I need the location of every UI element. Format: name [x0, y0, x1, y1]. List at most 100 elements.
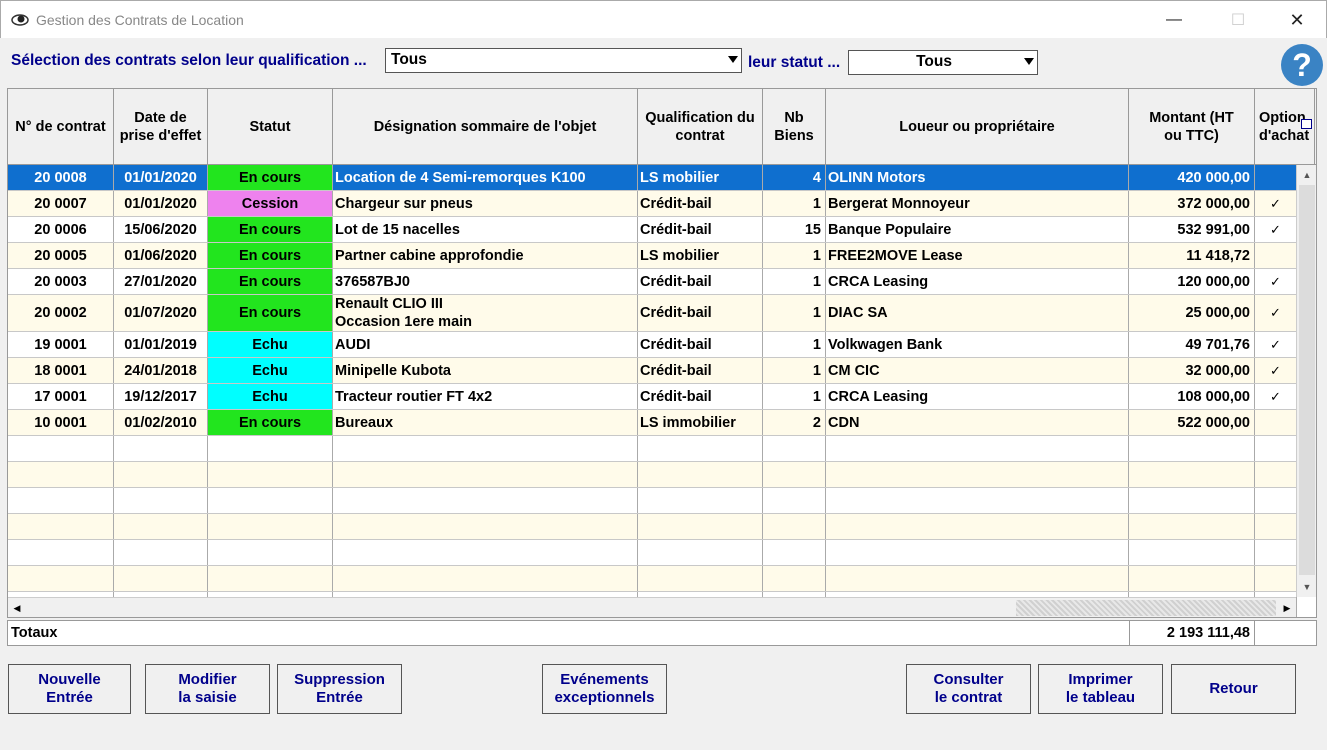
table-row[interactable]: 20 0007 01/01/2020 Cession Chargeur sur pne… — [8, 191, 1298, 217]
cell-designation — [333, 566, 638, 591]
scroll-thumb-horizontal[interactable] — [1016, 600, 1276, 616]
table-row[interactable]: 20 0003 27/01/2020 En cours 376587BJ0 Crédit… — [8, 269, 1298, 295]
table-row[interactable]: 19 0001 01/01/2019 Echu AUDI Crédit-bail 1 Vol… — [8, 332, 1298, 358]
imprimer-tableau-button[interactable]: Imprimer le tableau — [1038, 664, 1163, 714]
scroll-left-icon[interactable]: ◀ — [8, 598, 26, 617]
table-row[interactable]: 20 0005 01/06/2020 En cours Partner cabine … — [8, 243, 1298, 269]
modifier-saisie-button[interactable]: Modifier la saisie — [145, 664, 270, 714]
cell-designation: Location de 4 Semi-remorques K100 — [333, 165, 638, 190]
filter-bar: Sélection des contrats selon leur qualif… — [0, 38, 1327, 86]
table-header: N° de contrat Date de prise d'effet Stat… — [8, 89, 1316, 165]
cell-montant: 532 991,00 — [1129, 217, 1255, 242]
cell-qualification: Crédit-bail — [638, 269, 763, 294]
cell-designation: Bureaux — [333, 410, 638, 435]
col-header-option-label: Option d'achat — [1259, 110, 1310, 144]
cell-designation: Tracteur routier FT 4x2 — [333, 384, 638, 409]
table-row[interactable]: 20 0002 01/07/2020 En cours Renault CLIO II… — [8, 295, 1298, 332]
cell-option[interactable] — [1255, 462, 1297, 487]
col-header-num[interactable]: N° de contrat — [8, 89, 114, 165]
scroll-right-icon[interactable]: ▶ — [1278, 598, 1296, 617]
chevron-down-icon[interactable] — [728, 56, 738, 63]
scroll-thumb[interactable] — [1299, 185, 1315, 575]
cell-option[interactable] — [1255, 410, 1297, 435]
table-row[interactable]: 10 0001 01/02/2010 En cours Bureaux LS immob… — [8, 410, 1298, 436]
empty-table-row[interactable] — [8, 488, 1298, 514]
minimize-button[interactable]: — — [1151, 1, 1197, 39]
chevron-down-icon[interactable] — [1024, 58, 1034, 65]
retour-button[interactable]: Retour — [1171, 664, 1296, 714]
empty-table-row[interactable] — [8, 540, 1298, 566]
cell-date — [114, 462, 208, 487]
cell-qualification: LS immobilier — [638, 410, 763, 435]
status-filter-label: leur statut ... — [748, 54, 841, 71]
suppression-entree-button[interactable]: Suppression Entrée — [277, 664, 402, 714]
horizontal-scrollbar[interactable]: ◀ ▶ — [8, 597, 1296, 617]
cell-option[interactable]: ✓ — [1255, 295, 1297, 331]
consulter-contrat-button[interactable]: Consulter le contrat — [906, 664, 1031, 714]
cell-nb: 4 — [763, 165, 826, 190]
scroll-down-icon[interactable]: ▼ — [1297, 577, 1316, 597]
qualification-select-value: Tous — [391, 51, 427, 68]
cell-option[interactable]: ✓ — [1255, 269, 1297, 294]
scroll-up-icon[interactable]: ▲ — [1297, 165, 1316, 185]
cell-option[interactable] — [1255, 436, 1297, 461]
cell-option[interactable]: ✓ — [1255, 358, 1297, 383]
empty-table-row[interactable] — [8, 436, 1298, 462]
cell-date: 19/12/2017 — [114, 384, 208, 409]
table-row[interactable]: 20 0006 15/06/2020 En cours Lot de 15 nacel… — [8, 217, 1298, 243]
cell-loueur: DIAC SA — [826, 295, 1129, 331]
cell-loueur — [826, 514, 1129, 539]
table-row[interactable]: 20 0008 01/01/2020 En cours Location de 4 S… — [8, 165, 1298, 191]
empty-table-row[interactable] — [8, 514, 1298, 540]
cell-qualification: Crédit-bail — [638, 191, 763, 216]
cell-date — [114, 514, 208, 539]
cell-option[interactable]: ✓ — [1255, 384, 1297, 409]
cell-loueur: Banque Populaire — [826, 217, 1129, 242]
cell-nb: 1 — [763, 295, 826, 331]
totals-label: Totaux — [11, 625, 58, 641]
cell-option[interactable] — [1255, 243, 1297, 268]
nouvelle-entree-button[interactable]: Nouvelle Entrée — [8, 664, 131, 714]
window-title: Gestion des Contrats de Location — [36, 12, 244, 28]
col-header-designation[interactable]: Désignation sommaire de l'objet — [333, 89, 638, 165]
close-button[interactable]: ✕ — [1274, 1, 1320, 39]
cell-nb — [763, 514, 826, 539]
cell-option[interactable] — [1255, 165, 1297, 190]
cell-designation: Chargeur sur pneus — [333, 191, 638, 216]
cell-option[interactable]: ✓ — [1255, 332, 1297, 357]
cell-designation — [333, 514, 638, 539]
status-select-value: Tous — [916, 53, 952, 70]
cell-statut: Echu — [208, 358, 333, 383]
cell-option[interactable]: ✓ — [1255, 191, 1297, 216]
cell-designation: Lot de 15 nacelles — [333, 217, 638, 242]
app-eye-icon — [11, 14, 29, 26]
col-header-statut[interactable]: Statut — [208, 89, 333, 165]
cell-option[interactable] — [1255, 540, 1297, 565]
empty-table-row[interactable] — [8, 566, 1298, 592]
cell-nb: 1 — [763, 269, 826, 294]
table-row[interactable]: 17 0001 19/12/2017 Echu Tracteur routier FT… — [8, 384, 1298, 410]
cell-option[interactable]: ✓ — [1255, 217, 1297, 242]
cell-num: 20 0007 — [8, 191, 114, 216]
col-header-loueur[interactable]: Loueur ou propriétaire — [826, 89, 1129, 165]
cell-num: 20 0008 — [8, 165, 114, 190]
cell-designation — [333, 436, 638, 461]
empty-table-row[interactable] — [8, 462, 1298, 488]
help-icon[interactable]: ? — [1281, 44, 1323, 86]
column-chooser-icon[interactable] — [1301, 119, 1312, 129]
qualification-select[interactable]: Tous — [385, 48, 742, 73]
cell-montant: 372 000,00 — [1129, 191, 1255, 216]
col-header-nb[interactable]: Nb Biens — [763, 89, 826, 165]
cell-qualification — [638, 566, 763, 591]
cell-option[interactable] — [1255, 514, 1297, 539]
col-header-qualification[interactable]: Qualification du contrat — [638, 89, 763, 165]
cell-option[interactable] — [1255, 488, 1297, 513]
col-header-date[interactable]: Date de prise d'effet — [114, 89, 208, 165]
evenements-exceptionnels-button[interactable]: Evénements exceptionnels — [542, 664, 667, 714]
cell-option[interactable] — [1255, 566, 1297, 591]
table-row[interactable]: 18 0001 24/01/2018 Echu Minipelle Kubota Cré… — [8, 358, 1298, 384]
maximize-button[interactable]: ☐ — [1215, 1, 1261, 39]
status-select[interactable]: Tous — [848, 50, 1038, 75]
vertical-scrollbar[interactable]: ▲ ▼ — [1296, 165, 1316, 597]
col-header-montant[interactable]: Montant (HT ou TTC) — [1129, 89, 1255, 165]
